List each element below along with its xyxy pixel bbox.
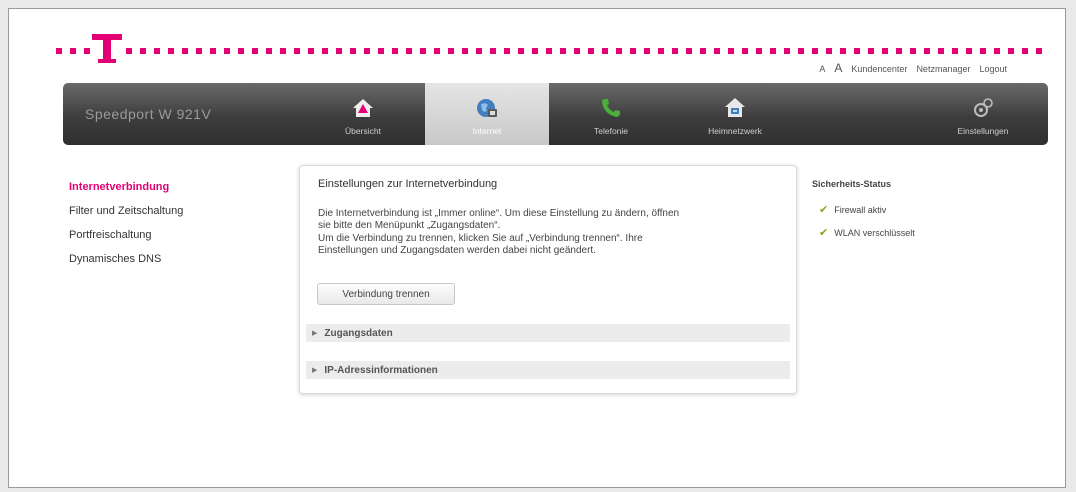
- section-ip-address-info[interactable]: ▶ IP-Adressinformationen: [306, 361, 790, 379]
- customer-center-link[interactable]: Kundencenter: [851, 64, 907, 74]
- info-text-line-1: Die Internetverbindung ist „Immer online…: [318, 208, 680, 219]
- globe-icon: [477, 99, 497, 117]
- logout-link[interactable]: Logout: [979, 64, 1007, 74]
- nav-internet-label: Internet: [472, 126, 502, 136]
- nav-home-network[interactable]: Heimnetzwerk: [673, 83, 797, 145]
- nav-home-network-label: Heimnetzwerk: [708, 126, 762, 136]
- checkmark-icon: ✔: [819, 227, 829, 239]
- checkmark-icon: ✔: [819, 204, 829, 216]
- security-status: Sicherheits-Status ✔ Firewall aktiv ✔ WL…: [812, 179, 915, 249]
- telekom-dot-line: [56, 46, 1042, 58]
- expand-arrow-icon: ▶: [312, 367, 318, 374]
- nav-overview-label: Übersicht: [345, 126, 381, 136]
- section-access-data-label: Zugangsdaten: [324, 327, 393, 339]
- sidebar-item-filter-time[interactable]: Filter und Zeitschaltung: [69, 205, 183, 217]
- internet-connection-panel: Einstellungen zur Internetverbindung Die…: [299, 165, 797, 394]
- gear-icon: [974, 98, 993, 117]
- house-warning-icon: [353, 99, 373, 117]
- product-name: Speedport W 921V: [85, 106, 212, 122]
- main-navigation: Speedport W 921V Übersicht Internet Tele…: [63, 83, 1048, 145]
- security-status-title: Sicherheits-Status: [812, 179, 892, 189]
- status-wlan-label: WLAN verschlüsselt: [834, 227, 915, 238]
- nav-telephony-label: Telefonie: [593, 126, 629, 136]
- section-access-data[interactable]: ▶ Zugangsdaten: [306, 324, 790, 342]
- sidebar-menu: Internetverbindung Filter und Zeitschalt…: [69, 181, 183, 277]
- phone-icon: [602, 99, 620, 117]
- nav-settings-label: Einstellungen: [957, 126, 1009, 136]
- section-ip-address-info-label: IP-Adressinformationen: [324, 364, 438, 376]
- status-firewall-label: Firewall aktiv: [834, 204, 887, 215]
- network-manager-link[interactable]: Netzmanager: [916, 64, 970, 74]
- home-network-icon: [725, 98, 745, 117]
- telekom-logo: [92, 28, 122, 68]
- top-links: A A Kundencenter Netzmanager Logout: [819, 61, 1007, 75]
- expand-arrow-icon: ▶: [312, 330, 318, 337]
- sidebar-item-internet-connection[interactable]: Internetverbindung: [69, 181, 183, 193]
- info-text-line-2: sie bitte den Menüpunkt „Zugangsdaten“.: [318, 220, 501, 231]
- font-size-small-link[interactable]: A: [819, 64, 825, 74]
- disconnect-button[interactable]: Verbindung trennen: [317, 283, 455, 305]
- status-firewall: ✔ Firewall aktiv: [812, 203, 915, 216]
- info-text-line-4: Einstellungen und Zugangsdaten werden da…: [318, 245, 596, 256]
- status-wlan: ✔ WLAN verschlüsselt: [812, 226, 915, 239]
- nav-internet[interactable]: Internet: [425, 83, 549, 145]
- nav-settings[interactable]: Einstellungen: [918, 83, 1048, 145]
- panel-title: Einstellungen zur Internetverbindung: [318, 178, 498, 190]
- sidebar-item-dynamic-dns[interactable]: Dynamisches DNS: [69, 253, 183, 265]
- sidebar-item-port-forwarding[interactable]: Portfreischaltung: [69, 229, 183, 241]
- font-size-large-link[interactable]: A: [834, 61, 842, 75]
- nav-overview[interactable]: Übersicht: [301, 83, 425, 145]
- info-text-line-3: Um die Verbindung zu trennen, klicken Si…: [318, 233, 643, 244]
- nav-telephony[interactable]: Telefonie: [549, 83, 673, 145]
- router-ui-frame: A A Kundencenter Netzmanager Logout Spee…: [8, 8, 1066, 488]
